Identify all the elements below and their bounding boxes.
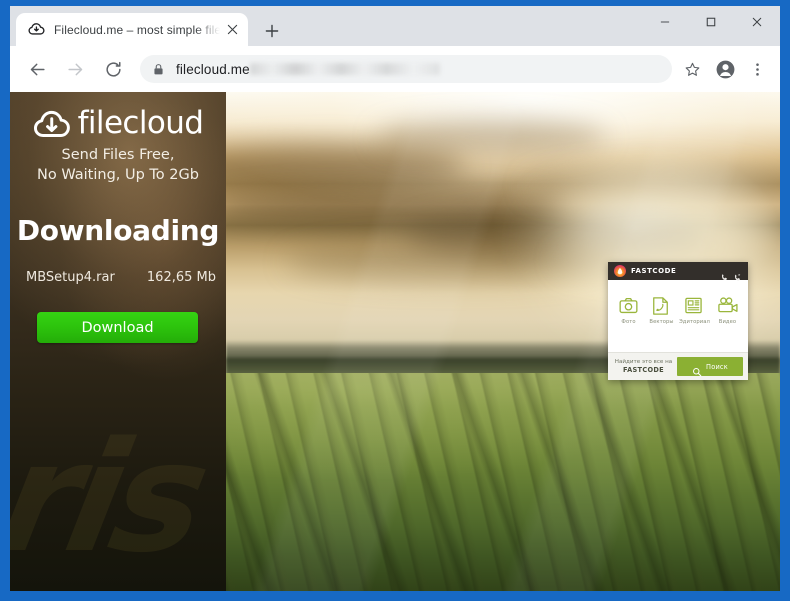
close-button[interactable] [734, 6, 780, 38]
fastcode-category-vectors[interactable]: Векторы [647, 297, 677, 325]
tagline-line-1: Send Files Free, [61, 147, 175, 163]
reload-icon[interactable] [98, 54, 128, 84]
fastcode-category-video[interactable]: Видео [713, 297, 743, 325]
fastcode-header: FASTCODE [608, 262, 748, 280]
fastcode-footer-brand: FASTCODE [623, 366, 664, 374]
download-sidebar: ris filecloud Send Files Free, No Waitin… [10, 92, 226, 591]
fastcode-category-editorial[interactable]: Эдиториал [679, 297, 710, 325]
newspaper-icon [685, 297, 704, 314]
tab-title: Filecloud.me – most simple file sh [54, 22, 220, 37]
page-viewport: FASTCODE Фото Векторы Эдиториал Видео На… [10, 92, 780, 591]
bookmark-star-icon[interactable] [678, 55, 706, 83]
tab-strip: Filecloud.me – most simple file sh [10, 6, 780, 46]
field-layer [226, 373, 780, 591]
file-info-row: MBSetup4.rar 162,65 Mb [26, 270, 216, 285]
field-highlight [226, 373, 780, 591]
flame-icon [614, 265, 626, 277]
filecloud-logo-text: filecloud [77, 105, 204, 141]
file-name: MBSetup4.rar [26, 270, 115, 285]
filecloud-logo: filecloud [10, 105, 226, 141]
fastcode-category-label: Векторы [649, 319, 674, 325]
browser-window: Filecloud.me – most simple file sh filec… [10, 6, 780, 591]
background-watermark: ris [10, 409, 215, 586]
address-bar[interactable]: filecloud.me [140, 55, 672, 83]
fastcode-brand: FASTCODE [631, 267, 677, 275]
fastcode-search-button[interactable]: Поиск [677, 357, 743, 376]
search-icon [692, 362, 702, 376]
back-icon[interactable] [22, 54, 52, 84]
close-icon[interactable] [222, 20, 242, 40]
fastcode-footer: Найдите это все на FASTCODE Поиск [608, 352, 748, 380]
fastcode-category-label: Эдиториал [679, 319, 710, 325]
fastcode-footer-line: Найдите это все на [614, 359, 673, 365]
fastcode-category-label: Видео [718, 319, 737, 325]
phone-icon[interactable] [720, 267, 729, 280]
fastcode-search-label: Поиск [706, 362, 728, 371]
lock-icon [152, 62, 165, 77]
url-redacted-region [249, 63, 440, 75]
camera-icon [619, 297, 638, 314]
fastcode-categories: Фото Векторы Эдиториал Видео [608, 280, 748, 352]
window-controls [642, 6, 780, 38]
forward-icon[interactable] [60, 54, 90, 84]
fastcode-widget[interactable]: FASTCODE Фото Векторы Эдиториал Видео На… [608, 262, 748, 380]
fastcode-category-photo[interactable]: Фото [614, 297, 644, 325]
maximize-button[interactable] [688, 6, 734, 38]
vector-pen-icon [652, 297, 671, 315]
browser-tab[interactable]: Filecloud.me – most simple file sh [16, 13, 248, 46]
video-camera-icon [718, 297, 738, 314]
filecloud-cloud-icon [33, 108, 70, 139]
phone-forward-icon[interactable] [733, 267, 742, 280]
new-tab-button[interactable] [259, 18, 285, 44]
fastcode-category-label: Фото [621, 319, 636, 325]
minimize-button[interactable] [642, 6, 688, 38]
hero-image: FASTCODE Фото Векторы Эдиториал Видео На… [226, 92, 780, 591]
page-title: Downloading [16, 214, 220, 247]
url-text: filecloud.me [176, 61, 250, 77]
screenshot-frame: Filecloud.me – most simple file sh filec… [0, 0, 790, 601]
download-button[interactable]: Download [37, 312, 198, 343]
filecloud-cloud-icon [28, 21, 45, 38]
sidebar-tagline: Send Files Free, No Waiting, Up To 2Gb [10, 145, 226, 185]
avatar[interactable] [710, 54, 740, 84]
tagline-line-2: No Waiting, Up To 2Gb [37, 167, 199, 183]
fastcode-footer-text: Найдите это все на FASTCODE [613, 358, 677, 375]
overflow-menu-icon[interactable] [742, 54, 772, 84]
browser-toolbar: filecloud.me [10, 46, 780, 92]
file-size: 162,65 Mb [146, 270, 216, 285]
